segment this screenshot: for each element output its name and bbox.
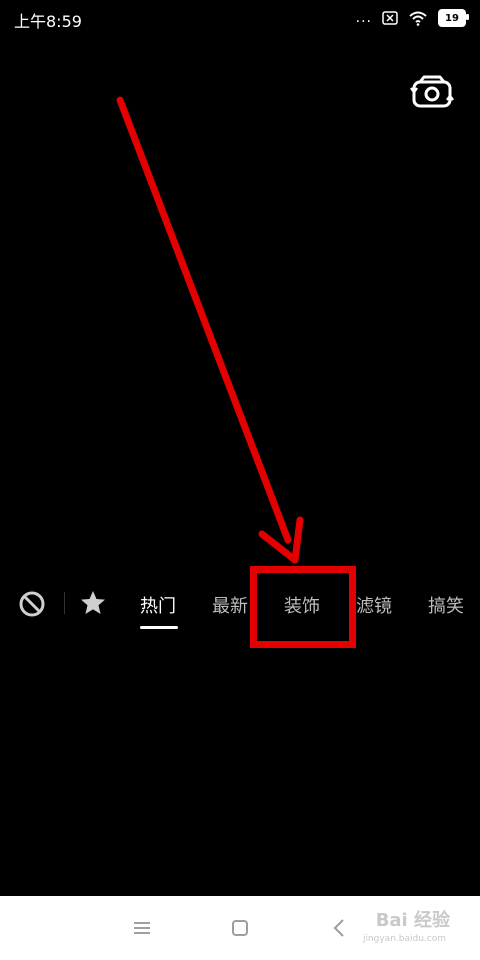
watermark-text: Bai 经验 [375,910,450,931]
annotation-highlight-box [250,566,356,648]
star-icon[interactable] [80,590,106,616]
watermark-sub: jingyan.baidu.com [362,934,446,944]
no-effect-icon[interactable] [18,590,46,618]
tab-hot[interactable]: 热门 [140,592,176,618]
more-dots: ... [355,10,372,26]
wifi-icon [409,11,427,26]
tab-funny[interactable]: 搞笑 [428,592,464,618]
sim-icon [382,11,398,25]
active-tab-underline [140,626,178,629]
tab-filter[interactable]: 滤镜 [356,592,392,618]
status-time: 上午8:59 [14,12,82,31]
back-icon[interactable] [328,916,352,940]
battery-icon: 19 [438,9,469,27]
status-icons: ... 19 [355,8,469,28]
effect-tab-row: 热门 最新 装饰 滤镜 搞笑 [0,580,480,632]
status-bar: 上午8:59 ... 19 [0,0,480,36]
home-icon[interactable] [228,916,252,940]
tab-divider [64,592,65,614]
camera-switch-icon[interactable] [410,74,454,110]
navigation-bar: Bai 经验 jingyan.baidu.com [0,896,480,960]
tab-newest[interactable]: 最新 [212,592,248,618]
menu-icon[interactable] [130,916,154,940]
annotation-arrow [116,96,304,564]
